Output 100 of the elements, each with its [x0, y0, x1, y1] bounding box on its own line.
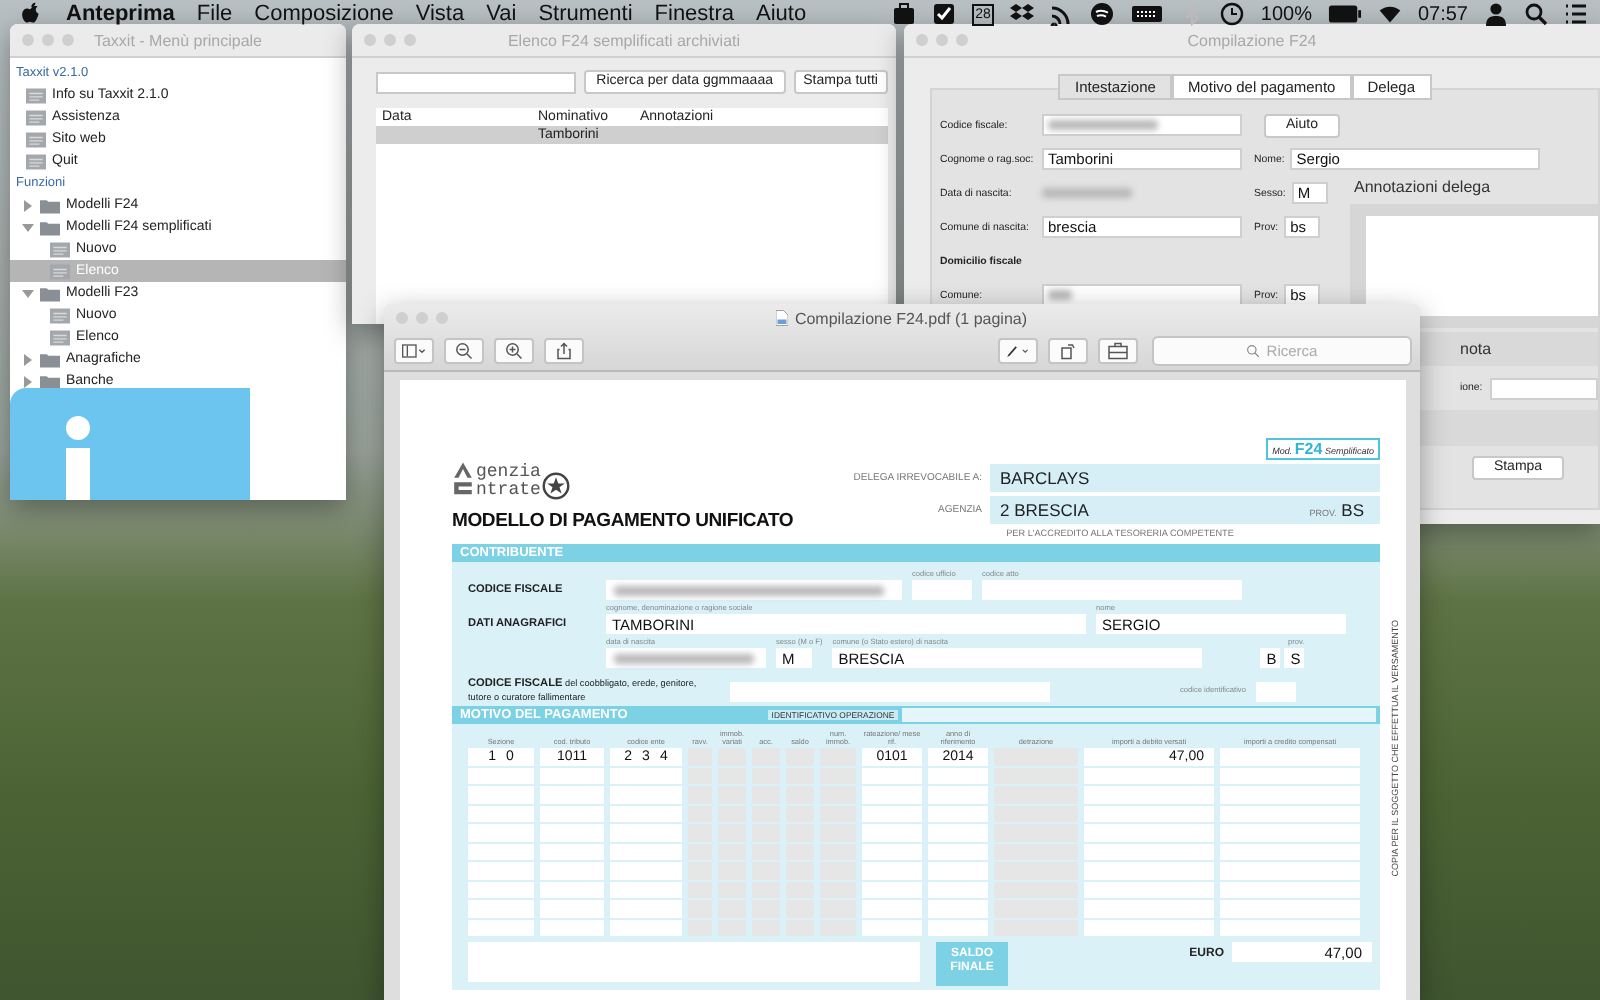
table-cell — [1084, 919, 1214, 936]
table-cell — [540, 824, 604, 841]
table-cell — [468, 805, 534, 822]
table-cell — [862, 900, 922, 917]
section-heading: Annotazioni delega — [1352, 176, 1493, 200]
table-cell — [1220, 824, 1360, 841]
table-cell — [928, 862, 988, 879]
table-cell — [862, 824, 922, 841]
table-cell — [540, 767, 604, 784]
menu-item[interactable]: File — [196, 2, 233, 26]
disclosure-triangle-icon[interactable] — [22, 287, 34, 299]
markup-button[interactable] — [998, 337, 1038, 363]
window-title: Compilazione F24 — [1185, 31, 1319, 49]
emblem-icon — [542, 472, 571, 500]
toolbox-icon — [1106, 341, 1130, 359]
search-icon[interactable] — [1524, 2, 1548, 26]
circle-icon[interactable] — [1090, 2, 1115, 26]
table-cell — [1084, 900, 1214, 917]
menu-item[interactable]: Aiuto — [756, 2, 807, 26]
logo-text: genzia — [476, 464, 541, 482]
search-field[interactable] — [376, 71, 576, 93]
table-cell — [468, 824, 534, 841]
menu-item[interactable]: Vista — [415, 2, 465, 26]
table-cell — [540, 786, 604, 803]
table-cell — [928, 881, 988, 898]
table-cell — [928, 805, 988, 822]
table-cell — [862, 767, 922, 784]
rotate-icon — [1056, 341, 1080, 359]
sidebar-button[interactable] — [394, 337, 434, 363]
table-cell — [540, 919, 604, 936]
window-title: Elenco F24 semplificati archiviati — [505, 31, 743, 49]
table-cell — [1220, 919, 1360, 936]
app-menu[interactable]: Anteprima — [66, 2, 175, 26]
rotate-button[interactable] — [1048, 337, 1088, 363]
toolbox-button[interactable] — [1098, 337, 1138, 363]
battery-percentage: 100% — [1260, 3, 1312, 25]
zoom-out-button[interactable] — [444, 337, 484, 363]
menu-item[interactable]: Composizione — [254, 2, 394, 26]
document-icon — [26, 109, 46, 125]
input-field[interactable] — [1042, 114, 1242, 136]
table-cell — [540, 862, 604, 879]
table-cell — [1220, 900, 1360, 917]
table-cell — [1084, 862, 1214, 879]
table-cell — [1220, 767, 1360, 784]
pen-icon — [1006, 341, 1030, 359]
table-cell — [610, 919, 682, 936]
table-cell — [468, 900, 534, 917]
table-cell — [1084, 843, 1214, 860]
table-cell — [468, 843, 534, 860]
signal-icon[interactable] — [1050, 2, 1075, 26]
wifi-icon[interactable] — [1377, 2, 1402, 26]
table-cell — [1084, 805, 1214, 822]
table-cell — [1084, 786, 1214, 803]
table-cell — [1220, 748, 1360, 765]
document-icon — [26, 153, 46, 169]
table-cell — [610, 786, 682, 803]
user-icon[interactable] — [1484, 2, 1508, 26]
table-cell — [1084, 881, 1214, 898]
checkbox-icon[interactable] — [931, 2, 956, 26]
dropbox-icon[interactable] — [1010, 2, 1035, 26]
table-cell — [468, 881, 534, 898]
blurred-text — [1042, 188, 1132, 198]
table-cell — [610, 900, 682, 917]
search-icon — [1246, 343, 1261, 357]
logo-text: ntrate — [476, 482, 541, 500]
input-field[interactable] — [1042, 284, 1242, 306]
blurred-text — [1048, 290, 1072, 300]
table-cell — [1220, 786, 1360, 803]
table-cell — [1220, 805, 1360, 822]
table-cell — [928, 767, 988, 784]
zoom-in-button[interactable] — [494, 337, 534, 363]
input-field[interactable] — [1490, 377, 1598, 399]
list-icon[interactable] — [1564, 2, 1588, 26]
table-cell — [610, 767, 682, 784]
table-cell — [862, 881, 922, 898]
briefcase-icon[interactable] — [891, 2, 916, 26]
apple-icon[interactable] — [20, 1, 42, 27]
keyboard-icon[interactable] — [1130, 2, 1165, 26]
table-cell — [610, 824, 682, 841]
blurred-text — [614, 653, 754, 663]
table-cell — [540, 805, 604, 822]
document-icon — [50, 241, 70, 257]
document-icon — [776, 310, 789, 326]
table-cell — [928, 786, 988, 803]
menu-item[interactable]: Strumenti — [538, 2, 633, 26]
document-icon — [26, 87, 46, 103]
share-icon — [552, 341, 576, 359]
table-cell — [540, 900, 604, 917]
table-cell — [468, 862, 534, 879]
clock-icon[interactable] — [1220, 2, 1245, 26]
table-cell — [468, 767, 534, 784]
form-title: MODELLO DI PAGAMENTO UNIFICATO — [452, 510, 794, 532]
table-cell — [610, 862, 682, 879]
document-icon — [50, 329, 70, 345]
share-button[interactable] — [544, 337, 584, 363]
table-cell — [928, 900, 988, 917]
clock-text[interactable]: 07:57 — [1417, 3, 1468, 25]
menu-item[interactable]: Finestra — [654, 2, 735, 26]
zoom-out-icon — [452, 341, 476, 359]
menu-item[interactable]: Vai — [486, 2, 517, 26]
